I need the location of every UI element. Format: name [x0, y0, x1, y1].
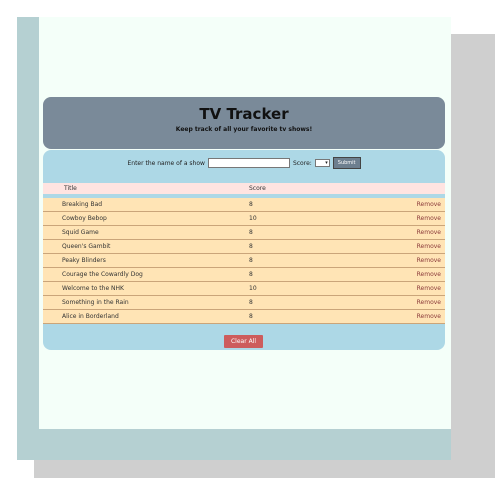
show-title: Breaking Bad — [62, 201, 103, 208]
score-label: Score: — [292, 159, 312, 167]
show-score: 10 — [249, 215, 257, 222]
remove-button[interactable]: Remove — [417, 299, 441, 306]
remove-button[interactable]: Remove — [417, 215, 441, 222]
show-score: 8 — [249, 201, 253, 208]
header-banner: TV Tracker Keep track of all your favori… — [43, 97, 445, 149]
show-title: Cowboy Bebop — [62, 215, 107, 222]
table-header: Title Score — [43, 183, 445, 194]
table-row: Cowboy Bebop 10 Remove — [43, 212, 445, 226]
column-header-title: Title — [64, 185, 77, 192]
column-header-score: Score — [249, 185, 266, 192]
page-subtitle: Keep track of all your favorite tv shows… — [175, 126, 313, 133]
clear-all-button[interactable]: Clear All — [224, 335, 263, 348]
table-row: Breaking Bad 8 Remove — [43, 198, 445, 212]
show-title: Alice in Borderland — [62, 313, 119, 320]
submit-button[interactable]: Submit — [332, 157, 361, 169]
show-score: 8 — [249, 313, 253, 320]
show-name-label: Enter the name of a show — [127, 159, 205, 167]
remove-button[interactable]: Remove — [417, 313, 441, 320]
remove-button[interactable]: Remove — [417, 243, 441, 250]
table-row: Alice in Borderland 8 Remove — [43, 310, 445, 324]
show-title: Courage the Cowardly Dog — [62, 271, 143, 278]
table-row: Peaky Blinders 8 Remove — [43, 254, 445, 268]
show-title: Squid Game — [62, 229, 99, 236]
chevron-down-icon: ▾ — [325, 160, 328, 166]
table-row: Squid Game 8 Remove — [43, 226, 445, 240]
add-show-form: Enter the name of a show Score: ▾ Submit — [43, 157, 445, 169]
table-row: Something in the Rain 8 Remove — [43, 296, 445, 310]
table-row: Welcome to the NHK 10 Remove — [43, 282, 445, 296]
table-row: Courage the Cowardly Dog 8 Remove — [43, 268, 445, 282]
tracker-panel: Enter the name of a show Score: ▾ Submit… — [43, 150, 445, 350]
remove-button[interactable]: Remove — [417, 285, 441, 292]
show-score: 8 — [249, 243, 253, 250]
remove-button[interactable]: Remove — [417, 201, 441, 208]
remove-button[interactable]: Remove — [417, 257, 441, 264]
show-score: 8 — [249, 271, 253, 278]
remove-button[interactable]: Remove — [417, 229, 441, 236]
show-title: Queen's Gambit — [62, 243, 111, 250]
show-title: Something in the Rain — [62, 299, 129, 306]
show-name-input[interactable] — [207, 158, 290, 168]
page-title: TV Tracker — [199, 105, 289, 123]
show-score: 8 — [249, 229, 253, 236]
show-score: 8 — [249, 257, 253, 264]
show-score: 8 — [249, 299, 253, 306]
show-title: Welcome to the NHK — [62, 285, 124, 292]
table-row: Queen's Gambit 8 Remove — [43, 240, 445, 254]
score-select[interactable]: ▾ — [314, 159, 330, 167]
show-title: Peaky Blinders — [62, 257, 106, 264]
show-score: 10 — [249, 285, 257, 292]
show-list: Breaking Bad 8 Remove Cowboy Bebop 10 Remove… — [43, 198, 445, 324]
remove-button[interactable]: Remove — [417, 271, 441, 278]
